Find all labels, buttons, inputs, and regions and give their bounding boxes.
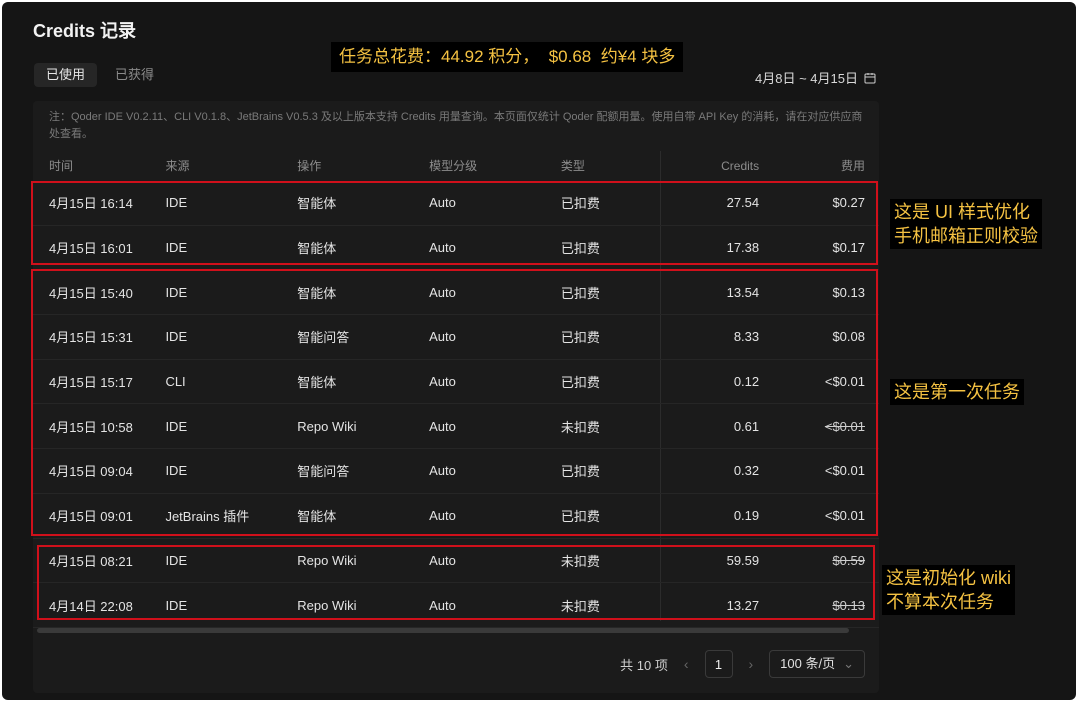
- header-time: 时间: [49, 159, 74, 173]
- annotation-ui-task: 这是 UI 样式优化 手机邮箱正则校验: [890, 199, 1042, 249]
- tab-used[interactable]: 已使用: [34, 63, 98, 87]
- total-count: 共 10 项: [620, 657, 668, 673]
- highlight-box-first-task: [31, 269, 878, 536]
- date-range-picker[interactable]: 4月8日 ~ 4月15日: [755, 68, 876, 87]
- page-title: Credits 记录: [33, 21, 137, 41]
- header-credits: Credits: [721, 159, 760, 173]
- header-operation: 操作: [297, 159, 322, 173]
- annotation-first-task: 这是第一次任务: [890, 379, 1024, 405]
- chevron-down-icon: ⌄: [843, 656, 854, 671]
- tab-bar: 已使用 已获得: [34, 63, 166, 87]
- page-size-value: 100 条/页: [780, 656, 836, 671]
- tab-earned[interactable]: 已获得: [103, 63, 166, 87]
- highlight-box-wiki-init: [37, 545, 875, 620]
- date-range-text: 4月8日 ~ 4月15日: [755, 71, 858, 86]
- next-page-icon[interactable]: ›: [749, 656, 754, 672]
- cost-summary-annotation: 任务总花费：44.92 积分， $0.68 约¥4 块多: [331, 42, 684, 72]
- header-type: 类型: [560, 159, 585, 173]
- header-model: 模型分级: [429, 159, 478, 173]
- page-number-button[interactable]: 1: [704, 650, 733, 678]
- page-size-select[interactable]: 100 条/页 ⌄: [769, 650, 865, 678]
- usage-note: 注：Qoder IDE V0.2.11、CLI V0.1.8、JetBrains…: [49, 111, 863, 140]
- pagination: 共 10 项 ‹ 1 › 100 条/页 ⌄: [620, 650, 865, 678]
- prev-page-icon[interactable]: ‹: [684, 656, 689, 672]
- annotation-wiki-init: 这是初始化 wiki 不算本次任务: [882, 565, 1015, 615]
- highlight-box-ui-task: [31, 181, 878, 265]
- calendar-icon: [864, 72, 876, 83]
- header-source: 来源: [165, 159, 190, 173]
- app-window: Credits 记录 任务总花费：44.92 积分， $0.68 约¥4 块多 …: [2, 2, 1076, 700]
- header-fee: 费用: [840, 159, 865, 173]
- table-header: 时间 来源 操作 模型分级 类型 Credits 费用: [33, 153, 879, 179]
- horizontal-scrollbar[interactable]: [37, 628, 849, 633]
